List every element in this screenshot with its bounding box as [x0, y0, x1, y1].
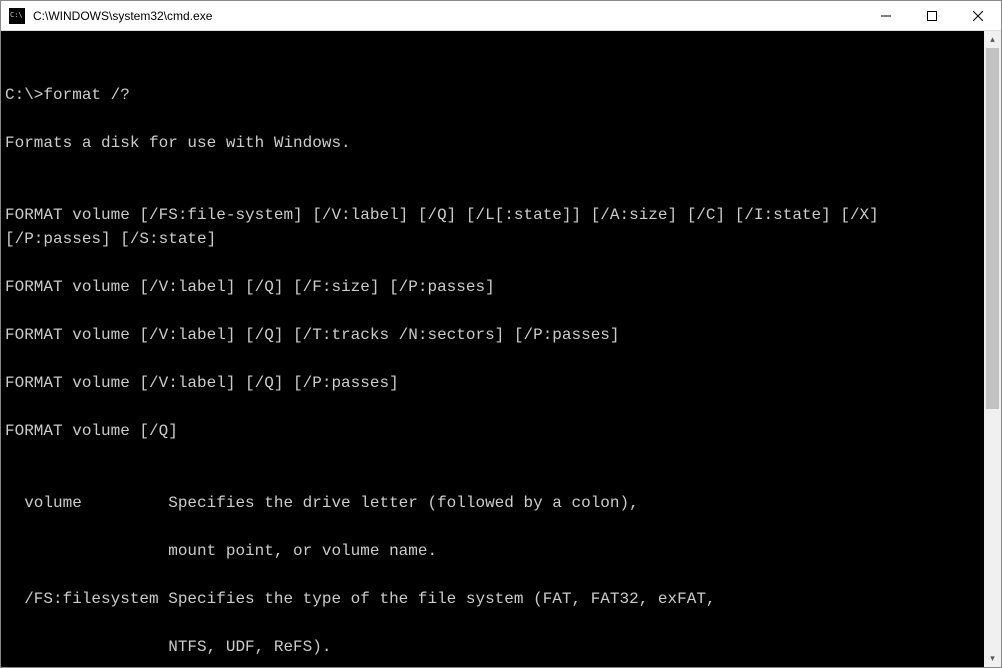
terminal-output[interactable]: C:\>format /? Formats a disk for use wit… [1, 31, 984, 667]
window-controls [863, 1, 1001, 30]
scrollbar-track[interactable] [984, 48, 1001, 650]
minimize-icon [881, 11, 891, 21]
close-icon [973, 11, 983, 21]
syntax-line: FORMAT volume [/V:label] [/Q] [/F:size] … [5, 275, 984, 299]
terminal-area: C:\>format /? Formats a disk for use wit… [1, 31, 1001, 667]
titlebar[interactable]: C:\WINDOWS\system32\cmd.exe [1, 1, 1001, 31]
option-line: NTFS, UDF, ReFS). [5, 635, 984, 659]
output-line: Formats a disk for use with Windows. [5, 131, 984, 155]
scroll-down-arrow[interactable]: ▾ [984, 650, 1001, 667]
minimize-button[interactable] [863, 1, 909, 30]
window-title: C:\WINDOWS\system32\cmd.exe [31, 9, 863, 23]
option-line: mount point, or volume name. [5, 539, 984, 563]
option-line: volume Specifies the drive letter (follo… [5, 491, 984, 515]
syntax-line: FORMAT volume [/Q] [5, 419, 984, 443]
scrollbar-thumb[interactable] [986, 48, 999, 409]
maximize-button[interactable] [909, 1, 955, 30]
maximize-icon [927, 11, 937, 21]
cmd-window: C:\WINDOWS\system32\cmd.exe C:\>format /… [0, 0, 1002, 668]
scroll-up-arrow[interactable]: ▴ [984, 31, 1001, 48]
prompt-line: C:\>format /? [5, 83, 984, 107]
syntax-line: FORMAT volume [/FS:file-system] [/V:labe… [5, 203, 984, 251]
syntax-line: FORMAT volume [/V:label] [/Q] [/T:tracks… [5, 323, 984, 347]
vertical-scrollbar[interactable]: ▴ ▾ [984, 31, 1001, 667]
cmd-icon [9, 8, 25, 24]
option-line: /FS:filesystem Specifies the type of the… [5, 587, 984, 611]
syntax-line: FORMAT volume [/V:label] [/Q] [/P:passes… [5, 371, 984, 395]
close-button[interactable] [955, 1, 1001, 30]
